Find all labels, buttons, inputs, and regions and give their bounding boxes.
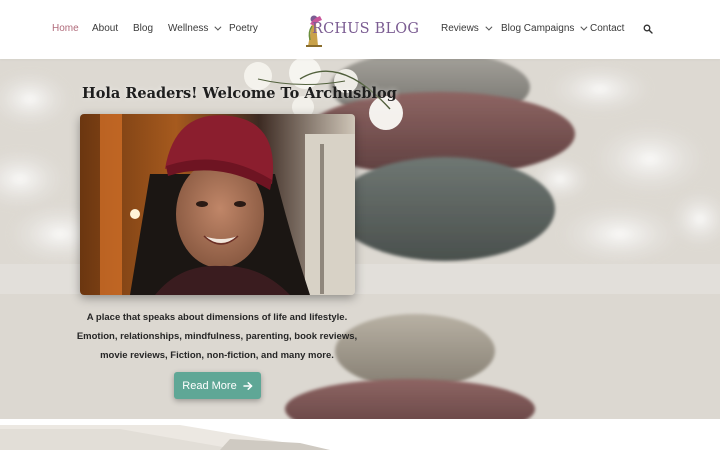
hero-description: A place that speaks about dimensions of … — [66, 308, 368, 365]
chevron-down-icon — [485, 23, 493, 31]
author-photo — [80, 114, 355, 295]
nav-blog-campaigns[interactable]: Blog Campaigns — [501, 23, 588, 35]
chevron-down-icon — [214, 23, 222, 31]
nav-blog[interactable]: Blog — [133, 23, 153, 35]
read-more-label: Read More — [182, 379, 237, 392]
nav-wellness-label: Wellness — [168, 23, 209, 34]
nav-blog-campaigns-label: Blog Campaigns — [501, 23, 575, 34]
nav-wellness[interactable]: Wellness — [168, 23, 222, 35]
chevron-down-icon — [580, 23, 588, 31]
author-portrait-image — [80, 114, 355, 295]
nav-home[interactable]: Home — [52, 23, 79, 35]
logo-text[interactable]: RCHUS BLOG — [312, 21, 419, 37]
search-icon[interactable] — [643, 24, 653, 34]
hero-banner: Hola Readers! Welcome To Archusblog A pl… — [0, 59, 720, 419]
hero-title: Hola Readers! Welcome To Archusblog — [82, 85, 397, 102]
nav-about[interactable]: About — [92, 23, 118, 35]
nav-reviews[interactable]: Reviews — [441, 23, 493, 35]
hero-description-line: A place that speaks about dimensions of … — [86, 312, 348, 323]
arrow-right-icon — [242, 381, 253, 390]
hero-description-line: Emotion, relationships, mindfulness, par… — [76, 331, 358, 342]
next-section-image — [0, 419, 720, 450]
read-more-button[interactable]: Read More — [174, 372, 261, 399]
nav-poetry[interactable]: Poetry — [229, 23, 258, 35]
nav-reviews-label: Reviews — [441, 23, 479, 34]
hero-description-line: movie reviews, Fiction, non-fiction, and… — [100, 350, 334, 361]
nav-contact[interactable]: Contact — [590, 23, 624, 35]
site-header: Home About Blog Wellness Poetry RCHUS BL… — [0, 0, 720, 59]
next-section-preview — [0, 419, 720, 450]
